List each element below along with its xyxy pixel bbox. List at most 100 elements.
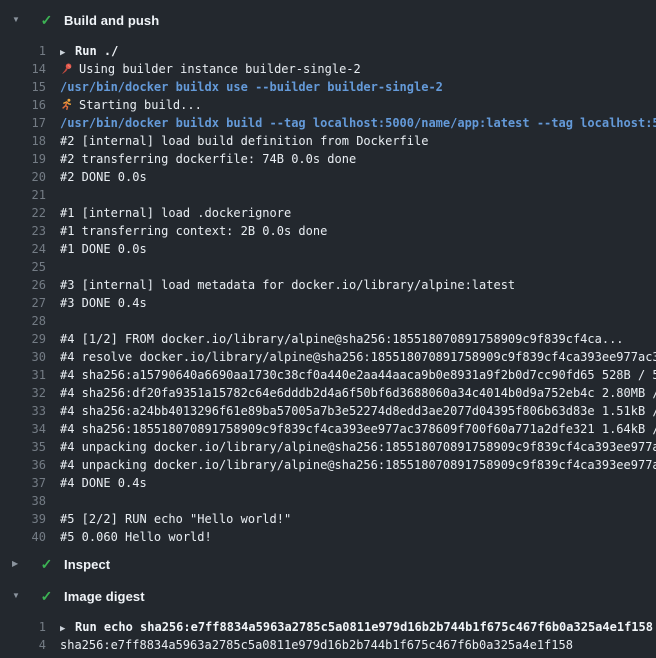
command-line-text: /usr/bin/docker buildx build --tag local…	[60, 114, 656, 132]
line-text-content: sha256:e7ff8834a5963a2785c5a0811e979d16b…	[60, 638, 573, 652]
line-text: #4 sha256:185518070891758909c9f839cf4ca3…	[60, 420, 656, 438]
log-line: 19 #2 transferring dockerfile: 74B 0.0s d…	[0, 150, 656, 168]
check-success-icon: ✓	[39, 588, 54, 605]
line-text: sha256:e7ff8834a5963a2785c5a0811e979d16b…	[60, 636, 573, 654]
line-text: #4 sha256:df20fa9351a15782c64e6dddb2d4a6…	[60, 384, 656, 402]
log-line: 29#4 [1/2] FROM docker.io/library/alpine…	[0, 330, 656, 348]
line-number[interactable]: 34	[0, 420, 46, 438]
line-text-content: #2 [internal] load build definition from…	[60, 134, 428, 148]
log-lines: 1 ▶Run echo sha256:e7ff8834a5963a2785c5a0…	[0, 618, 656, 654]
group-line-text[interactable]: ▶Run ./	[60, 42, 118, 60]
chevron-down-icon[interactable]: ▼	[12, 8, 25, 32]
line-number[interactable]: 26	[0, 276, 46, 294]
line-number[interactable]: 4	[0, 636, 46, 654]
chevron-down-icon[interactable]: ▼	[12, 584, 25, 608]
line-text: #4 unpacking docker.io/library/alpine@sh…	[60, 456, 656, 474]
log-line: 38	[0, 492, 656, 510]
workflow-log-viewer: ▼✓Build and push1▶Run ./14Using builder …	[0, 0, 656, 654]
line-text: #1 [internal] load .dockerignore	[60, 204, 291, 222]
line-number[interactable]: 31	[0, 366, 46, 384]
group-toggle-icon[interactable]: ▶	[60, 620, 75, 636]
line-text: #1 DONE 0.0s	[60, 240, 147, 258]
line-number[interactable]: 20	[0, 168, 46, 186]
line-text-content: Starting build...	[79, 98, 202, 112]
line-number[interactable]: 22	[0, 204, 46, 222]
log-line: 1 ▶Run ./	[0, 42, 656, 60]
group-toggle-icon[interactable]: ▶	[60, 44, 75, 60]
line-text: #2 DONE 0.0s	[60, 168, 147, 186]
log-line: 37#4 DONE 0.4s	[0, 474, 656, 492]
line-number[interactable]: 17	[0, 114, 46, 132]
log-line: 15/usr/bin/docker buildx use --builder b…	[0, 78, 656, 96]
line-number[interactable]: 25	[0, 258, 46, 276]
line-text: #3 DONE 0.4s	[60, 294, 147, 312]
log-line: 27 #3 DONE 0.4s	[0, 294, 656, 312]
line-text-content: #3 DONE 0.4s	[60, 296, 147, 310]
line-text: #4 resolve docker.io/library/alpine@sha2…	[60, 348, 656, 366]
line-number[interactable]: 24	[0, 240, 46, 258]
line-number[interactable]: 37	[0, 474, 46, 492]
line-text-content: Using builder instance builder-single-2	[79, 62, 361, 76]
line-text-content: #1 transferring context: 2B 0.0s done	[60, 224, 327, 238]
section-title: Image digest	[64, 589, 145, 604]
log-line: 25	[0, 258, 656, 276]
line-number[interactable]: 15	[0, 78, 46, 96]
log-line: 16 Starting build...	[0, 96, 656, 114]
line-text-content: #4 resolve docker.io/library/alpine@sha2…	[60, 350, 656, 364]
chevron-right-icon[interactable]: ▶	[12, 552, 25, 576]
line-text-content: #4 sha256:a24bb4013296f61e89ba57005a7b3e…	[60, 404, 656, 418]
line-number[interactable]: 23	[0, 222, 46, 240]
section-header-image-digest[interactable]: ▼ ✓ Image digest	[0, 584, 656, 608]
line-text-content: #1 [internal] load .dockerignore	[60, 206, 291, 220]
line-number[interactable]: 36	[0, 456, 46, 474]
runner-icon	[60, 98, 73, 111]
log-line: 18 #2 [internal] load build definition fr…	[0, 132, 656, 150]
log-line: 20 #2 DONE 0.0s	[0, 168, 656, 186]
log-line: 34 #4 sha256:185518070891758909c9f839cf4c…	[0, 420, 656, 438]
line-number[interactable]: 40	[0, 528, 46, 546]
group-line-text[interactable]: ▶Run echo sha256:e7ff8834a5963a2785c5a08…	[60, 618, 653, 636]
pushpin-icon	[60, 62, 73, 75]
line-number[interactable]: 29	[0, 330, 46, 348]
line-number[interactable]: 27	[0, 294, 46, 312]
log-line: 36 #4 unpacking docker.io/library/alpine@…	[0, 456, 656, 474]
line-number[interactable]: 18	[0, 132, 46, 150]
line-text: #5 0.060 Hello world!	[60, 528, 212, 546]
line-number[interactable]: 39	[0, 510, 46, 528]
line-text-content: #5 0.060 Hello world!	[60, 530, 212, 544]
line-number[interactable]: 14	[0, 60, 46, 78]
log-line: 32 #4 sha256:df20fa9351a15782c64e6dddb2d4…	[0, 384, 656, 402]
line-number[interactable]: 28	[0, 312, 46, 330]
log-line: 24 #1 DONE 0.0s	[0, 240, 656, 258]
line-text: Using builder instance builder-single-2	[60, 60, 361, 78]
section-header-inspect[interactable]: ▶✓Inspect	[0, 552, 656, 576]
line-text: Starting build...	[60, 96, 202, 114]
line-number[interactable]: 19	[0, 150, 46, 168]
line-number[interactable]: 1	[0, 618, 46, 636]
section-title: Build and push	[64, 13, 159, 28]
line-text-content: #4 sha256:a15790640a6690aa1730c38cf0a440…	[60, 368, 656, 382]
line-number[interactable]: 16	[0, 96, 46, 114]
line-number[interactable]: 33	[0, 402, 46, 420]
line-text-content: Run ./	[75, 44, 118, 58]
line-text-content: #4 sha256:185518070891758909c9f839cf4ca3…	[60, 422, 656, 436]
log-line: 40 #5 0.060 Hello world!	[0, 528, 656, 546]
log-line: 4 sha256:e7ff8834a5963a2785c5a0811e979d16…	[0, 636, 656, 654]
line-text: #4 sha256:a24bb4013296f61e89ba57005a7b3e…	[60, 402, 656, 420]
line-text-content: /usr/bin/docker buildx use --builder bui…	[60, 80, 443, 94]
line-number[interactable]: 21	[0, 186, 46, 204]
log-line: 31 #4 sha256:a15790640a6690aa1730c38cf0a4…	[0, 366, 656, 384]
log-lines: 1 ▶Run ./ 14 Using builder instance builder…	[0, 42, 656, 546]
line-number[interactable]: 32	[0, 384, 46, 402]
line-text-content: #1 DONE 0.0s	[60, 242, 147, 256]
line-text-content: #5 [2/2] RUN echo "Hello world!"	[60, 512, 291, 526]
line-text-content: #4 unpacking docker.io/library/alpine@sh…	[60, 440, 656, 454]
line-number[interactable]: 1	[0, 42, 46, 60]
line-text-content: #2 transferring dockerfile: 74B 0.0s don…	[60, 152, 356, 166]
line-number[interactable]: 35	[0, 438, 46, 456]
section-header-build-and-push[interactable]: ▼✓Build and push	[0, 8, 656, 32]
line-number[interactable]: 38	[0, 492, 46, 510]
line-text-content: #4 sha256:df20fa9351a15782c64e6dddb2d4a6…	[60, 386, 656, 400]
log-line: 33 #4 sha256:a24bb4013296f61e89ba57005a7b…	[0, 402, 656, 420]
line-number[interactable]: 30	[0, 348, 46, 366]
